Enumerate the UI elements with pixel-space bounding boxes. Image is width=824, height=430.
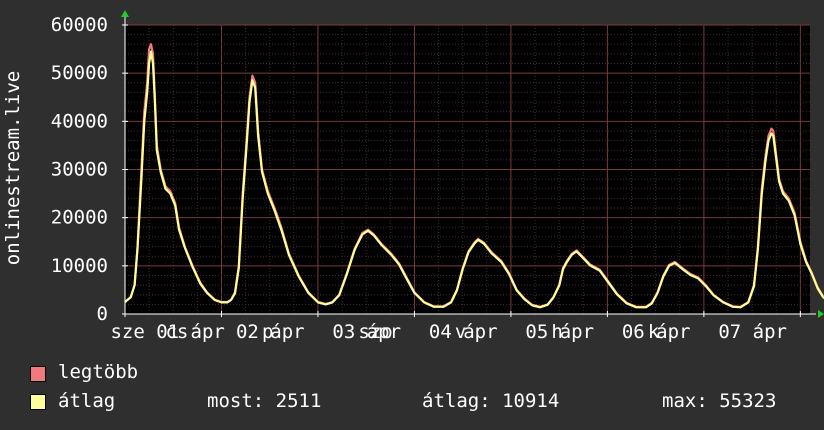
y-tick-label: 30000: [51, 159, 108, 181]
x-tick-label: k: [648, 321, 660, 343]
y-axis-label: onlinestream.live: [2, 71, 24, 265]
y-tick-label: 0: [97, 303, 108, 325]
x-tick-label: h: [551, 321, 562, 343]
y-axis-ticks: 0 10000 20000 30000 40000 50000 60000: [51, 14, 108, 325]
stat-atlag: átlag: 10914: [422, 390, 560, 412]
x-tick-label: szo: [358, 321, 392, 343]
x-tick-label: cs: [165, 321, 188, 343]
y-tick-label: 50000: [51, 62, 108, 84]
legend-label-legtobb: legtöbb: [58, 361, 139, 383]
y-tick-label: 10000: [51, 255, 108, 277]
y-axis-arrow-icon: [121, 10, 129, 17]
y-tick-label: 40000: [51, 110, 108, 132]
stat-max: max: 55323: [662, 390, 777, 412]
x-tick-label: v: [455, 321, 466, 343]
x-tick-label: 07 ápr: [718, 321, 787, 343]
y-tick-label: 20000: [51, 207, 108, 229]
y-tick-label: 60000: [51, 14, 108, 36]
legend-label-atlag: átlag: [58, 390, 116, 412]
x-tick-label: p: [262, 321, 273, 343]
chart: 0 10000 20000 30000 40000 50000 60000 sze 01 á…: [2, 10, 824, 343]
stat-most: most: 2511: [207, 390, 322, 412]
x-axis-ticks: sze 01 áprcs 02 áprp 03 áprszo 04 áprv 05 áp…: [110, 321, 787, 343]
legend-swatch-legtobb: [30, 366, 46, 382]
x-axis-arrow-icon: [818, 310, 824, 318]
legend-swatch-atlag: [30, 394, 46, 410]
